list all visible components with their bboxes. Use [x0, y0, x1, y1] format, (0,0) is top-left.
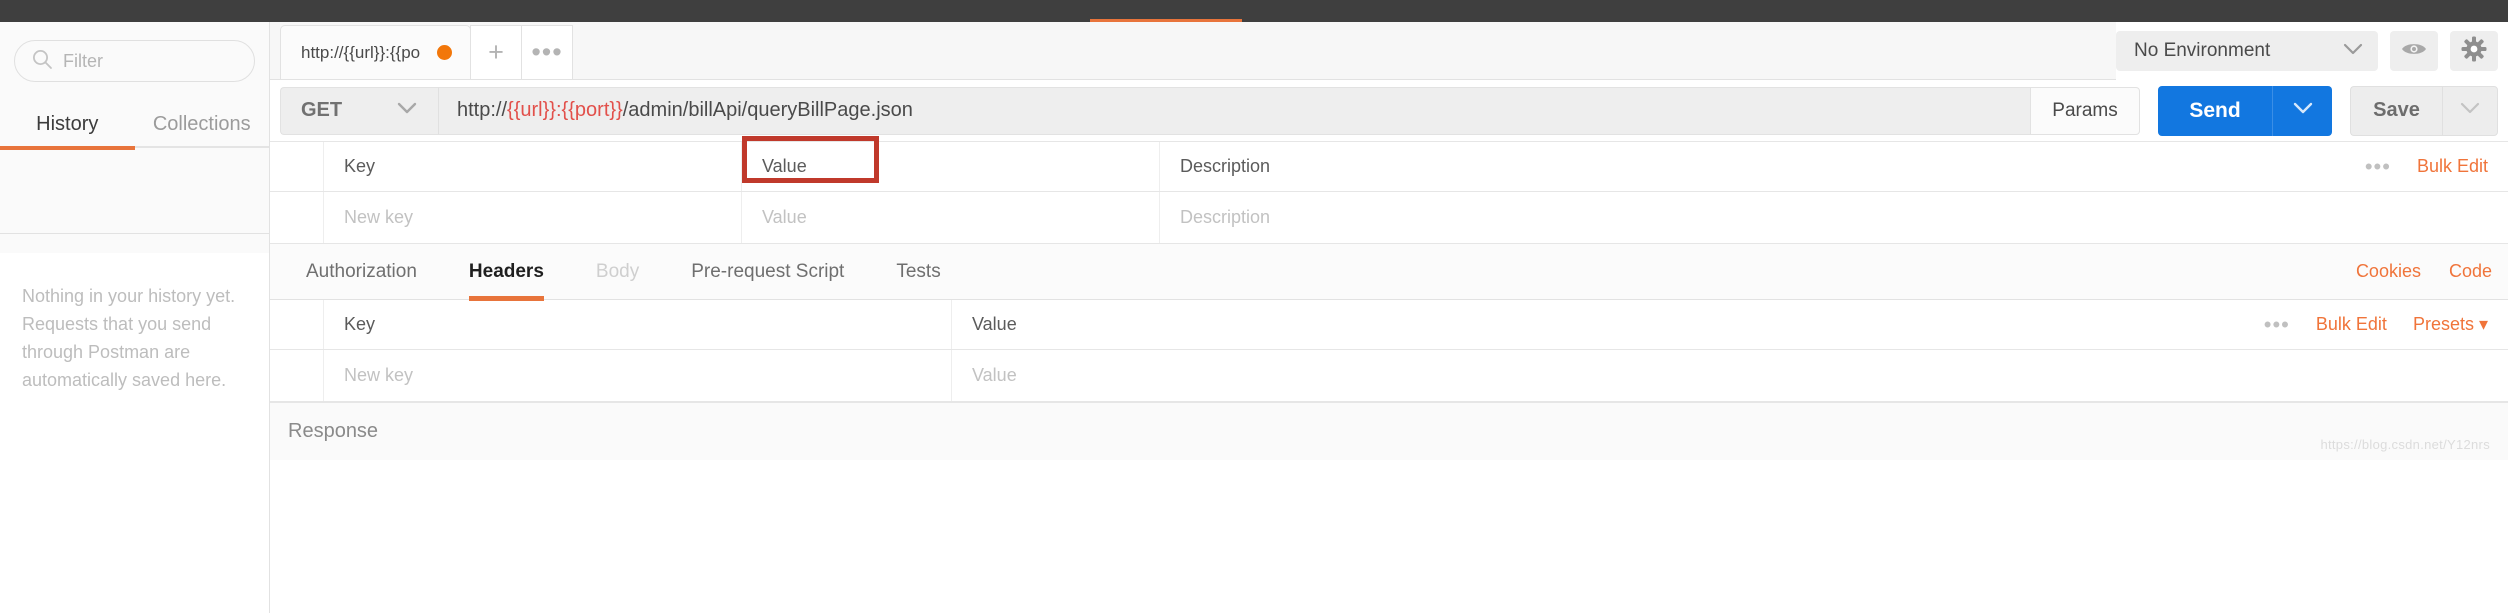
headers-bulk-edit-link[interactable]: Bulk Edit	[2316, 314, 2387, 335]
chevron-down-icon	[2342, 42, 2364, 61]
sidebar-tab-collections[interactable]: Collections	[135, 113, 270, 148]
unsaved-changes-dot-icon	[437, 45, 452, 60]
url-variable-host: {{url}}	[507, 99, 556, 121]
window-titlebar	[0, 0, 2508, 22]
main-area: http://{{url}}:{{port}}/a + ••• No Envir…	[270, 22, 2508, 613]
sidebar: Filter History Collections Nothing in yo…	[0, 22, 270, 613]
environment-bar: No Environment	[2116, 22, 2508, 80]
response-label: Response	[288, 420, 379, 442]
filter-container: Filter	[0, 22, 269, 82]
request-section-tabs: Authorization Headers Body Pre-request S…	[270, 244, 2508, 301]
sidebar-subpanel	[0, 148, 269, 234]
url-path: /admin/billApi/queryBillPage.json	[622, 99, 913, 121]
chevron-down-icon	[2292, 101, 2314, 120]
headers-presets-link[interactable]: Presets ▾	[2413, 314, 2488, 335]
plus-icon: +	[488, 37, 504, 67]
ellipsis-icon: •••	[531, 36, 563, 67]
tab-tests[interactable]: Tests	[870, 244, 966, 300]
headers-header-actions: ••• Bulk Edit Presets ▾	[2244, 300, 2508, 349]
sidebar-tab-collections-label: Collections	[152, 113, 251, 135]
section-tabs-right-links: Cookies Code	[2356, 261, 2508, 282]
params-button[interactable]: Params	[2030, 86, 2140, 135]
search-input[interactable]: Filter	[14, 40, 255, 82]
eye-icon	[2401, 40, 2427, 63]
tab-authorization-label: Authorization	[306, 260, 417, 282]
http-method-selector[interactable]: GET	[280, 86, 438, 135]
request-tab[interactable]: http://{{url}}:{{port}}/a	[280, 25, 471, 79]
save-options-button[interactable]	[2442, 85, 2498, 136]
params-table-row: New key Value Description	[270, 192, 2508, 244]
code-link[interactable]: Code	[2449, 261, 2492, 282]
cookies-link[interactable]: Cookies	[2356, 261, 2421, 282]
tab-headers-label: Headers	[468, 260, 544, 282]
params-row-description-input[interactable]: Description	[1160, 192, 1660, 243]
sidebar-tab-history-label: History	[36, 113, 99, 135]
history-empty-state: Nothing in your history yet. Requests th…	[0, 253, 269, 613]
environment-selected-label: No Environment	[2134, 40, 2271, 61]
headers-more-icon[interactable]: •••	[2264, 313, 2290, 335]
request-tabstrip: http://{{url}}:{{port}}/a + ••• No Envir…	[270, 22, 2508, 80]
params-header-description: Description	[1180, 156, 1271, 176]
url-variable-port: {{port}}	[561, 99, 623, 121]
params-header-key: Key	[324, 142, 742, 191]
headers-table-row: New key Value	[270, 350, 2508, 402]
params-header-actions: ••• Bulk Edit	[2345, 142, 2508, 191]
send-button[interactable]: Send	[2158, 85, 2272, 136]
headers-header-checkbox-cell	[270, 300, 324, 349]
gear-icon	[2461, 36, 2487, 67]
params-table-header: Key Value Description ••• Bulk Edit	[270, 142, 2508, 192]
send-options-button[interactable]	[2272, 85, 2332, 136]
new-tab-button[interactable]: +	[470, 25, 522, 79]
chevron-down-icon	[2459, 101, 2481, 120]
params-row-key-input[interactable]: New key	[324, 192, 742, 243]
tab-tests-label: Tests	[896, 260, 941, 282]
headers-row-value-input[interactable]: Value	[952, 350, 1652, 401]
params-header-checkbox-cell	[270, 142, 324, 191]
tab-body-label: Body	[595, 260, 640, 282]
environment-selector[interactable]: No Environment	[2116, 31, 2378, 71]
response-section: Response https://blog.csdn.net/Y12nrs	[270, 402, 2508, 460]
http-method-label: GET	[301, 99, 343, 121]
environment-quick-look-button[interactable]	[2390, 31, 2438, 71]
save-button[interactable]: Save	[2350, 85, 2442, 136]
request-tab-label: http://{{url}}:{{port}}/a	[301, 42, 421, 62]
params-row-checkbox-cell[interactable]	[270, 192, 324, 243]
tab-pre-request-script[interactable]: Pre-request Script	[665, 244, 870, 300]
params-more-icon[interactable]: •••	[2365, 155, 2391, 177]
headers-row-checkbox-cell[interactable]	[270, 350, 324, 401]
url-prefix: http://	[457, 99, 508, 121]
search-placeholder: Filter	[63, 50, 103, 71]
send-button-group: Send	[2158, 85, 2332, 136]
headers-header-key: Key	[324, 300, 952, 349]
postman-window: Filter History Collections Nothing in yo…	[0, 0, 2508, 613]
tab-options-button[interactable]: •••	[521, 25, 573, 79]
sidebar-tabs: History Collections	[0, 96, 270, 150]
chevron-down-icon	[396, 101, 418, 120]
headers-table-header: Key Value ••• Bulk Edit Presets ▾	[270, 300, 2508, 350]
sidebar-content: Nothing in your history yet. Requests th…	[0, 253, 269, 613]
params-row-value-input[interactable]: Value	[742, 192, 1160, 243]
tab-body[interactable]: Body	[570, 244, 665, 300]
params-bulk-edit-link[interactable]: Bulk Edit	[2417, 156, 2488, 177]
params-header-value: Value	[742, 142, 1160, 191]
tab-authorization[interactable]: Authorization	[280, 244, 443, 300]
tab-pre-request-script-label: Pre-request Script	[691, 260, 845, 282]
search-icon	[31, 48, 53, 75]
headers-header-value: Value	[972, 314, 1017, 334]
headers-row-key-input[interactable]: New key	[324, 350, 952, 401]
settings-button[interactable]	[2450, 31, 2498, 71]
save-button-group: Save	[2350, 85, 2498, 136]
sidebar-tab-history[interactable]: History	[0, 113, 135, 150]
request-url-input[interactable]: http://{{url}}: {{port}}/admin/billApi/qu…	[438, 86, 2030, 135]
request-url-row: GET http://{{url}}: {{port}}/admin/billAp…	[270, 80, 2508, 142]
watermark: https://blog.csdn.net/Y12nrs	[2320, 437, 2490, 452]
tab-headers[interactable]: Headers	[443, 244, 570, 301]
